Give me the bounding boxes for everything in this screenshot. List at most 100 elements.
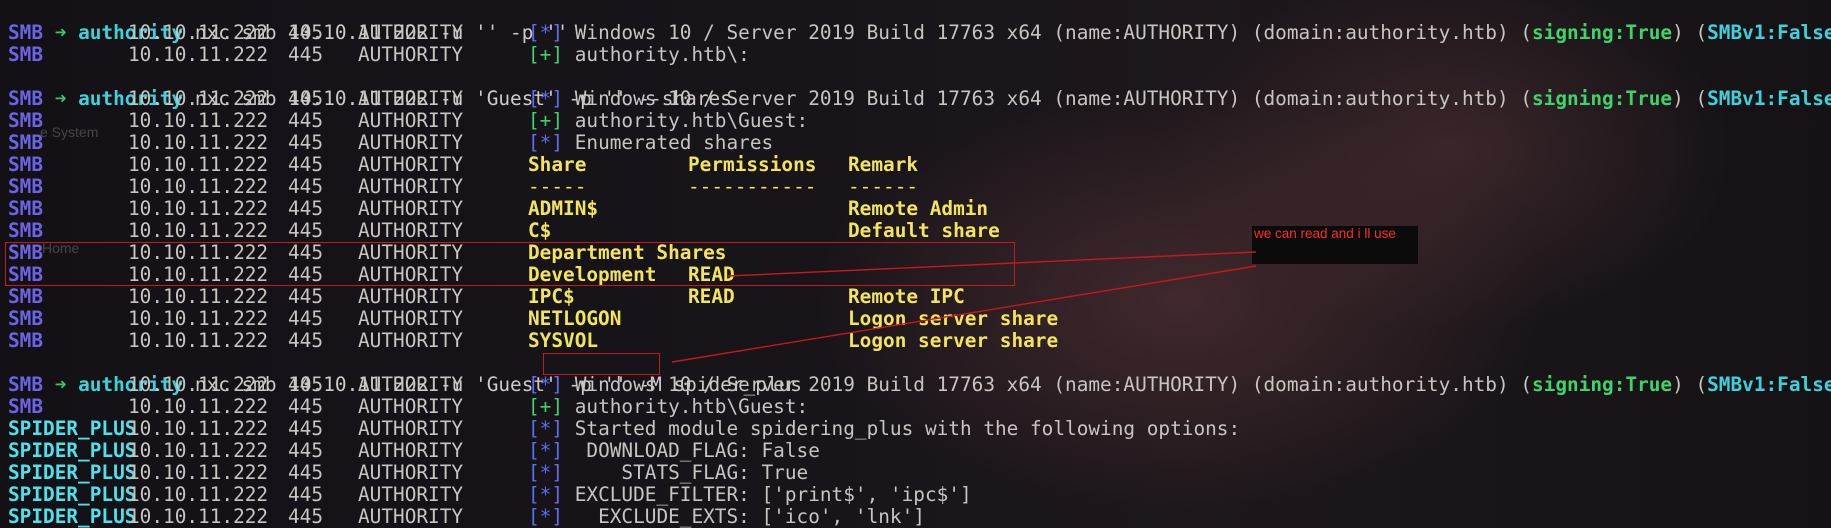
port: 445 bbox=[288, 43, 324, 66]
ip-address: 10.10.11.222 bbox=[128, 439, 269, 462]
prompt-line: ➜ authority nxc smb 10.10.11.222 -u '' -… bbox=[8, 0, 569, 44]
share-row: SMB 10.10.11.222 445 AUTHORITY Departmen… bbox=[8, 241, 726, 264]
hostname: AUTHORITY bbox=[358, 153, 464, 176]
share-name: SYSVOL bbox=[528, 329, 599, 352]
ip-address: 10.10.11.222 bbox=[128, 505, 269, 528]
share-permission: READ bbox=[688, 263, 735, 286]
hostname: AUTHORITY bbox=[358, 307, 464, 330]
output-line: SPIDER_PLUS 10.10.11.222 445 AUTHORITY [… bbox=[8, 506, 925, 528]
port: 445 bbox=[288, 307, 324, 330]
message: [*] Started module spidering_plus with t… bbox=[528, 418, 1240, 440]
protocol-label: SMB bbox=[8, 241, 44, 264]
port: 445 bbox=[288, 329, 324, 352]
message: [*] Windows 10 / Server 2019 Build 17763… bbox=[528, 88, 1831, 110]
protocol-label: SMB bbox=[8, 43, 44, 66]
share-row: SMB 10.10.11.222 445 AUTHORITY NETLOGON … bbox=[8, 307, 1058, 330]
share-remark: Logon server share bbox=[848, 329, 1059, 352]
annotation-note: we can read and i ll use bbox=[1252, 226, 1418, 264]
protocol-label: SMB bbox=[8, 175, 44, 198]
spider-option: EXCLUDE_EXTS: ['ico', 'lnk'] bbox=[574, 505, 925, 528]
share-name: IPC$ bbox=[528, 285, 575, 308]
ip-address: 10.10.11.222 bbox=[128, 197, 269, 220]
ip-address: 10.10.11.222 bbox=[128, 395, 269, 418]
port: 445 bbox=[288, 285, 324, 308]
os-info: Windows 10 / Server 2019 Build 17763 x64… bbox=[574, 21, 1532, 44]
auth-result: authority.htb\Guest: bbox=[574, 395, 809, 418]
port: 445 bbox=[288, 395, 324, 418]
port: 445 bbox=[288, 197, 324, 220]
protocol-label: SMB bbox=[8, 285, 44, 308]
status-star: [*] bbox=[528, 87, 564, 110]
hostname: AUTHORITY bbox=[358, 241, 464, 264]
output-line: SPIDER_PLUS 10.10.11.222 445 AUTHORITY [… bbox=[8, 484, 972, 506]
port: 445 bbox=[288, 109, 324, 132]
ip-address: 10.10.11.222 bbox=[128, 373, 269, 396]
protocol-label: SPIDER_PLUS bbox=[8, 483, 137, 506]
share-column-header: Share bbox=[528, 153, 587, 176]
protocol-label: SMB bbox=[8, 131, 44, 154]
hostname: AUTHORITY bbox=[358, 87, 464, 110]
protocol-label: SMB bbox=[8, 307, 44, 330]
smbv1-flag: SMBv1:False bbox=[1707, 373, 1831, 396]
ip-address: 10.10.11.222 bbox=[128, 21, 269, 44]
port: 445 bbox=[288, 131, 324, 154]
output-line: SMB 10.10.11.222 445 AUTHORITY [+] autho… bbox=[8, 109, 808, 132]
hostname: AUTHORITY bbox=[358, 263, 464, 286]
port: 445 bbox=[288, 241, 324, 264]
auth-result: authority.htb\Guest: bbox=[574, 109, 809, 132]
message: [*] EXCLUDE_FILTER: ['print$', 'ipc$'] bbox=[528, 484, 972, 506]
ip-address: 10.10.11.222 bbox=[128, 131, 269, 154]
protocol-label: SPIDER_PLUS bbox=[8, 505, 137, 528]
share-permission: READ bbox=[688, 285, 735, 308]
output-line: SPIDER_PLUS 10.10.11.222 445 AUTHORITY [… bbox=[8, 440, 820, 462]
share-row: SMB 10.10.11.222 445 AUTHORITY ADMIN$ Re… bbox=[8, 198, 988, 220]
ip-address: 10.10.11.222 bbox=[128, 263, 269, 286]
status-star: [*] bbox=[528, 483, 564, 506]
ip-address: 10.10.11.222 bbox=[128, 109, 269, 132]
port: 445 bbox=[288, 483, 324, 506]
hostname: AUTHORITY bbox=[358, 417, 464, 440]
share-remark: Remote IPC bbox=[848, 285, 965, 308]
prompt-arrow: ➜ bbox=[54, 87, 67, 110]
ip-address: 10.10.11.222 bbox=[128, 43, 269, 66]
ip-address: 10.10.11.222 bbox=[128, 329, 269, 352]
share-table-rule: SMB 10.10.11.222 445 AUTHORITY ----- ---… bbox=[8, 175, 918, 198]
hostname: AUTHORITY bbox=[358, 395, 464, 418]
message: [*] STATS_FLAG: True bbox=[528, 462, 808, 484]
output-line: SPIDER_PLUS 10.10.11.222 445 AUTHORITY [… bbox=[8, 462, 808, 484]
ip-address: 10.10.11.222 bbox=[128, 241, 269, 264]
separator: ) ( bbox=[1672, 21, 1708, 44]
hostname: AUTHORITY bbox=[358, 329, 464, 352]
share-row: SMB 10.10.11.222 445 AUTHORITY Developme… bbox=[8, 264, 735, 286]
message: [+] authority.htb\Guest: bbox=[528, 396, 808, 418]
protocol-label: SMB bbox=[8, 109, 44, 132]
prompt-line: ➜ authority nxc smb 10.10.11.222 -u 'Gue… bbox=[8, 352, 802, 396]
port: 445 bbox=[288, 21, 324, 44]
share-column-rule: ----- bbox=[528, 175, 587, 198]
ip-address: 10.10.11.222 bbox=[128, 307, 269, 330]
share-name: ADMIN$ bbox=[528, 197, 599, 220]
prompt-line: ➜ authority nxc smb 10.10.11.222 -u 'Gue… bbox=[8, 66, 732, 110]
share-row: SMB 10.10.11.222 445 AUTHORITY SYSVOL Lo… bbox=[8, 330, 1058, 352]
output-line: SMB 10.10.11.222 445 AUTHORITY [*] Windo… bbox=[8, 87, 1831, 110]
port: 445 bbox=[288, 373, 324, 396]
share-remark: Remote Admin bbox=[848, 197, 989, 220]
protocol-label: SPIDER_PLUS bbox=[8, 461, 137, 484]
protocol-label: SMB bbox=[8, 373, 44, 396]
status-star: [*] bbox=[528, 131, 564, 154]
protocol-label: SMB bbox=[8, 87, 44, 110]
spider-option: STATS_FLAG: True bbox=[574, 461, 809, 484]
message: [*] DOWNLOAD_FLAG: False bbox=[528, 440, 820, 462]
smbv1-flag: SMBv1:False bbox=[1707, 21, 1831, 44]
spider-option: EXCLUDE_FILTER: ['print$', 'ipc$'] bbox=[574, 483, 972, 506]
port: 445 bbox=[288, 461, 324, 484]
status-star: [*] bbox=[528, 461, 564, 484]
protocol-label: SMB bbox=[8, 219, 44, 242]
hostname: AUTHORITY bbox=[358, 285, 464, 308]
output-line: SMB 10.10.11.222 445 AUTHORITY [+] autho… bbox=[8, 396, 808, 418]
signing-flag: signing:True bbox=[1532, 21, 1673, 44]
share-name: Development bbox=[528, 263, 657, 286]
port: 445 bbox=[288, 219, 324, 242]
share-table-header: SMB 10.10.11.222 445 AUTHORITY Share Per… bbox=[8, 154, 918, 176]
terminal-window[interactable]: e System Home ➜ authority nxc smb 10.10.… bbox=[0, 0, 1831, 528]
